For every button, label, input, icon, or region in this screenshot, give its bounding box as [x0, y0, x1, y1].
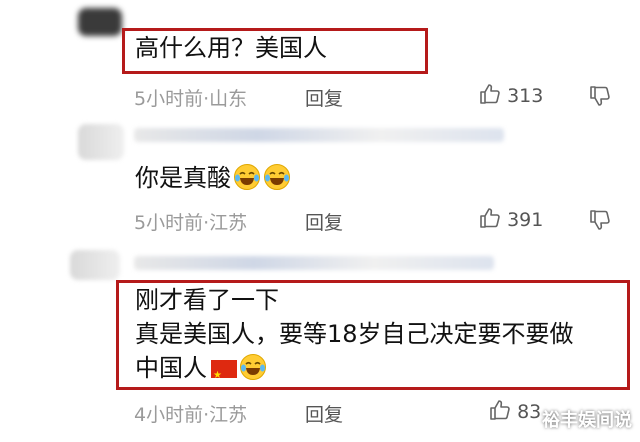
- username-blurred[interactable]: [134, 256, 494, 270]
- like-count: 83: [517, 401, 542, 423]
- comment-line-2: 真是美国人，要等18岁自己决定要不要做: [135, 320, 574, 348]
- comment-meta: 4小时前·江苏: [134, 400, 247, 427]
- username-blurred[interactable]: [134, 128, 504, 142]
- dislike-button[interactable]: [588, 84, 612, 112]
- comment-text: 高什么用？美国人: [135, 34, 327, 62]
- thumbs-down-icon: [590, 210, 610, 230]
- like-count: 313: [507, 85, 544, 107]
- comment-time: 5小时前: [134, 212, 204, 234]
- like-button[interactable]: 313: [478, 82, 543, 110]
- thumbs-up-icon: [490, 400, 510, 420]
- comment-time: 4小时前: [134, 404, 204, 426]
- comment-meta: 5小时前·山东: [134, 84, 247, 111]
- thumbs-up-icon: [480, 208, 500, 228]
- reply-button[interactable]: 回复: [305, 208, 343, 235]
- reply-button[interactable]: 回复: [305, 84, 343, 111]
- laugh-cry-icon: [234, 164, 260, 190]
- comment-location: 江苏: [209, 404, 248, 426]
- laugh-cry-icon: [240, 354, 266, 380]
- comment-location: 江苏: [209, 212, 248, 234]
- thumbs-down-icon: [590, 86, 610, 106]
- comment-line-3: 中国人: [135, 354, 207, 382]
- comment-line-3-row: 中国人: [135, 350, 267, 394]
- comment-line-1: 刚才看了一下: [135, 286, 279, 314]
- comment-meta: 5小时前·江苏: [134, 208, 247, 235]
- comment-text: 你是真酸: [135, 164, 231, 192]
- comment-time: 5小时前: [134, 88, 204, 110]
- thumbs-up-icon: [480, 84, 500, 104]
- like-count: 391: [507, 209, 544, 231]
- china-flag-icon: [211, 358, 237, 394]
- reply-button[interactable]: 回复: [305, 400, 343, 427]
- watermark: 裕丰娱间说: [542, 410, 632, 431]
- avatar-blurred[interactable]: [70, 250, 120, 280]
- avatar-blurred[interactable]: [78, 8, 122, 36]
- dislike-button[interactable]: [588, 208, 612, 236]
- like-button[interactable]: 391: [478, 206, 543, 234]
- avatar-blurred[interactable]: [78, 124, 124, 160]
- comment-location: 山东: [209, 88, 248, 110]
- like-button[interactable]: 83: [488, 398, 541, 426]
- comment-text-row: 你是真酸: [135, 160, 291, 196]
- laugh-cry-icon: [264, 164, 290, 190]
